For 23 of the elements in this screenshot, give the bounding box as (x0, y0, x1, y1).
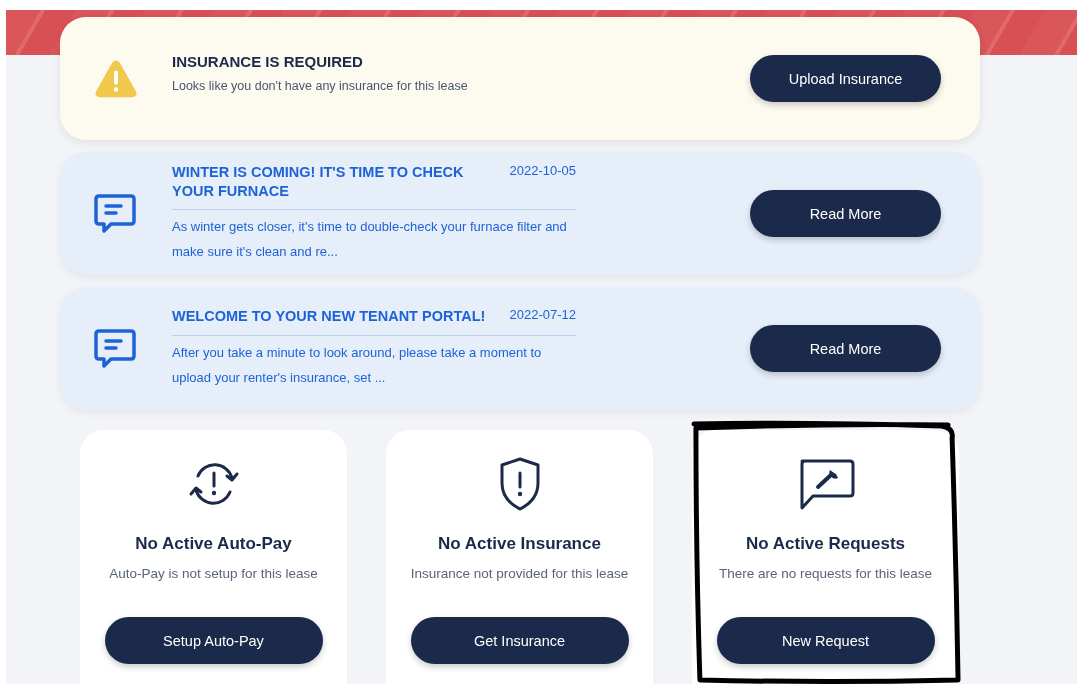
alert-title: INSURANCE IS REQUIRED (172, 52, 364, 70)
status-subtitle: Auto-Pay is not setup for this lease (109, 566, 318, 581)
status-subtitle: There are no requests for this lease (718, 566, 933, 581)
announcement-title: WINTER IS COMING! IT'S TIME TO CHECK YOUR FURNACE (172, 163, 465, 200)
status-title: No Active Auto-Pay (135, 534, 292, 554)
read-more-button[interactable]: Read More (750, 325, 941, 372)
announcement-excerpt: As winter gets closer, it's time to double-check your furnace filter and make sure it's clean and re... (172, 217, 568, 261)
status-subtitle: Insurance not provided for this lease (410, 566, 629, 581)
announcement-excerpt: After you take a minute to look around, please take a moment to upload your renter's insurance, set ... (172, 343, 543, 387)
announcement-title: WELCOME TO YOUR NEW TENANT PORTAL! (172, 307, 487, 326)
action-button[interactable]: Get Insurance (410, 617, 629, 664)
warning-icon (95, 58, 137, 99)
message-icon (93, 192, 137, 235)
announcement-date: 2022-10-05 (509, 163, 576, 179)
read-more-button[interactable]: Read More (750, 190, 941, 237)
alert-message: Looks like you don't have any insurance for this lease (172, 78, 469, 93)
status-title: No Active Requests (746, 534, 905, 554)
action-button[interactable]: Setup Auto-Pay (104, 617, 323, 664)
announcement-date: 2022-07-12 (509, 307, 576, 323)
action-button[interactable]: New Request (716, 617, 935, 664)
message-icon (93, 327, 137, 370)
status-title: No Active Insurance (438, 534, 601, 554)
upload-insurance-button[interactable]: Upload Insurance (750, 55, 941, 102)
